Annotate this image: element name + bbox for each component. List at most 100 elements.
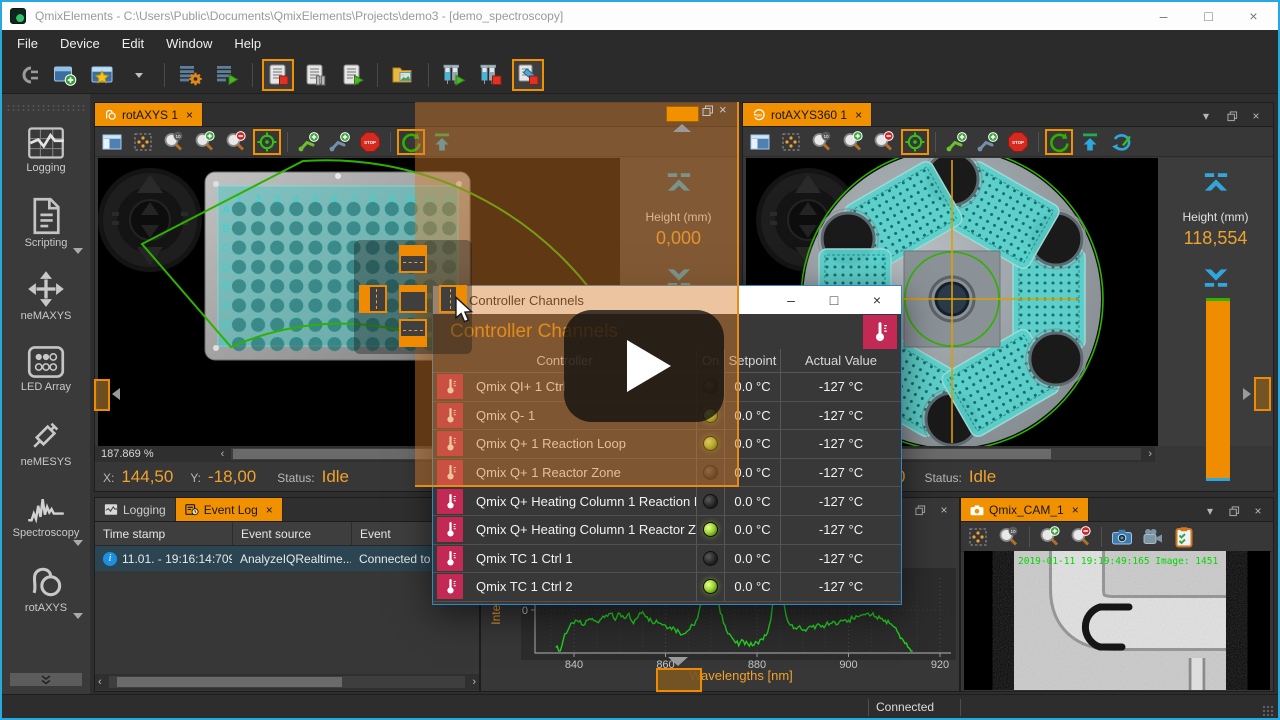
menu-device[interactable]: Device xyxy=(49,32,111,55)
tab-eventlog[interactable]: Event Log × xyxy=(175,498,283,521)
panel-close-icon[interactable]: × xyxy=(1247,108,1265,124)
show-panel-button[interactable] xyxy=(98,129,126,155)
zoom-in-button[interactable] xyxy=(1036,524,1064,550)
rotate-module-button[interactable] xyxy=(1107,129,1135,155)
menu-edit[interactable]: Edit xyxy=(111,32,155,55)
panel-close-icon[interactable]: × xyxy=(719,102,727,117)
chevron-down-icon[interactable] xyxy=(73,248,83,254)
snapshot-button[interactable] xyxy=(1108,524,1136,550)
sidebar-item-rotaxys[interactable]: rotAXYS xyxy=(2,551,90,624)
controller-row[interactable]: Qmix TC 1 Ctrl 1 0.0 °C -127 °C xyxy=(433,544,901,574)
protocol-start-button[interactable] xyxy=(336,59,368,91)
sidebar-item-logging[interactable]: Logging xyxy=(2,113,90,186)
tab-logging[interactable]: Logging xyxy=(95,498,176,521)
zoom-out-button[interactable] xyxy=(1067,524,1095,550)
script-start-button[interactable] xyxy=(211,59,243,91)
dock-guide-up-arrow[interactable] xyxy=(673,124,691,132)
lift-up-button[interactable] xyxy=(1201,172,1231,203)
dock-bottom-handle[interactable] xyxy=(656,668,702,692)
camera-view[interactable]: 2019-01-11 19:19:49:165 Image: 1451 xyxy=(964,551,1270,690)
zoom-out-button[interactable] xyxy=(222,129,250,155)
panel-float-icon[interactable] xyxy=(1225,503,1243,519)
zoom-in-button[interactable] xyxy=(191,129,219,155)
lift-up-button[interactable] xyxy=(1076,129,1104,155)
sidebar-item-nemaxys[interactable]: neMAXYS xyxy=(2,259,90,332)
zoom-original-button[interactable]: 10 xyxy=(160,129,188,155)
controller-row[interactable]: Qmix Q+ Heating Column 1 Reaction Loop 0.… xyxy=(433,487,901,516)
menu-help[interactable]: Help xyxy=(223,32,272,55)
scroll-right-icon[interactable]: › xyxy=(1145,448,1155,460)
add-position-button[interactable] xyxy=(942,129,970,155)
zoom-original-button[interactable]: 10 xyxy=(995,524,1023,550)
tab-rotaxys1[interactable]: rotAXYS 1 × xyxy=(95,103,204,126)
fit-view-button[interactable] xyxy=(777,129,805,155)
reference-move-button[interactable] xyxy=(1045,128,1073,155)
zoom-out-button[interactable] xyxy=(870,129,898,155)
zoom-in-button[interactable] xyxy=(839,129,867,155)
tab-rotaxys360[interactable]: 360 rotAXYS360 1 × xyxy=(743,103,873,126)
dosing-wizard-button[interactable] xyxy=(512,58,544,91)
stop-axis-button[interactable]: STOP xyxy=(1004,129,1032,155)
move-to-position-button[interactable] xyxy=(253,128,281,155)
controller-on-led[interactable] xyxy=(703,550,718,566)
dock-left-handle[interactable] xyxy=(94,379,110,411)
menu-window[interactable]: Window xyxy=(155,32,223,55)
scroll-right-icon[interactable]: › xyxy=(469,676,479,688)
controller-on-led[interactable] xyxy=(703,493,718,509)
setpoint-value[interactable]: 0.0 °C xyxy=(724,544,780,573)
setpoint-value[interactable]: 0.0 °C xyxy=(724,573,780,601)
close-button[interactable]: × xyxy=(1231,2,1276,30)
tab-close-icon[interactable]: × xyxy=(186,108,193,122)
eventlog-scrollbar[interactable]: ‹ › xyxy=(95,674,479,690)
record-video-button[interactable] xyxy=(1139,524,1167,550)
dosing-stop-button[interactable] xyxy=(475,59,507,91)
dialog-minimize-button[interactable]: – xyxy=(771,286,811,314)
stop-axis-button[interactable]: STOP xyxy=(356,129,384,155)
sidebar-item-spectroscopy[interactable]: Spectroscopy xyxy=(2,478,90,551)
dock-guide-center[interactable] xyxy=(399,285,427,313)
tab-camera[interactable]: Qmix_CAM_1 × xyxy=(961,498,1089,521)
scroll-left-icon[interactable]: ‹ xyxy=(95,676,105,688)
flyout-arrow-icon[interactable] xyxy=(1243,388,1251,400)
panel-minimize-highlight[interactable] xyxy=(666,106,699,122)
gallery-button[interactable] xyxy=(387,59,419,91)
dock-guide-left[interactable] xyxy=(359,285,387,313)
controller-row[interactable]: Qmix TC 1 Ctrl 2 0.0 °C -127 °C xyxy=(433,573,901,602)
thermometer-icon[interactable] xyxy=(863,315,897,349)
flyout-arrow-icon[interactable] xyxy=(112,388,120,400)
menu-file[interactable]: File xyxy=(6,32,49,55)
add-position-alt-button[interactable] xyxy=(973,129,1001,155)
disconnect-device-button[interactable] xyxy=(12,59,44,91)
controller-on-led[interactable] xyxy=(703,579,718,595)
dock-guide-down-arrow[interactable] xyxy=(668,657,688,666)
sidebar-item-nemesys[interactable]: neMESYS xyxy=(2,405,90,478)
dock-guide-top[interactable] xyxy=(399,245,427,273)
eventlog-column-header[interactable]: Event source xyxy=(232,522,351,545)
dock-guide-bottom[interactable] xyxy=(399,319,427,347)
panel-float-icon[interactable] xyxy=(1223,108,1241,124)
sidebar-item-scripting[interactable]: Scripting xyxy=(2,186,90,259)
zoom-original-button[interactable]: 10 xyxy=(808,129,836,155)
dosing-start-button[interactable] xyxy=(438,59,470,91)
scroll-left-icon[interactable]: ‹ xyxy=(218,448,228,460)
dialog-maximize-button[interactable]: □ xyxy=(814,286,854,314)
fit-view-button[interactable] xyxy=(964,524,992,550)
setpoint-value[interactable]: 0.0 °C xyxy=(724,487,780,515)
eventlog-column-header[interactable]: Time stamp xyxy=(95,522,232,545)
tab-close-icon[interactable]: × xyxy=(855,108,862,122)
sidebar-drag-handle[interactable] xyxy=(6,104,86,111)
chevron-down-icon[interactable] xyxy=(73,540,83,546)
add-position-button[interactable] xyxy=(294,129,322,155)
panel-close-icon[interactable]: × xyxy=(1249,503,1267,519)
favorites-dropdown-button[interactable] xyxy=(123,59,155,91)
chevron-down-icon[interactable] xyxy=(73,613,83,619)
script-configure-button[interactable] xyxy=(174,59,206,91)
favorites-button[interactable] xyxy=(86,59,118,91)
tab-close-icon[interactable]: × xyxy=(1072,503,1079,517)
lift-down-button[interactable] xyxy=(1201,262,1231,293)
dock-right-handle[interactable] xyxy=(1254,377,1271,411)
show-panel-button[interactable] xyxy=(746,129,774,155)
image-settings-button[interactable] xyxy=(1170,524,1198,550)
add-position-alt-button[interactable] xyxy=(325,129,353,155)
dialog-close-button[interactable]: × xyxy=(857,286,897,314)
